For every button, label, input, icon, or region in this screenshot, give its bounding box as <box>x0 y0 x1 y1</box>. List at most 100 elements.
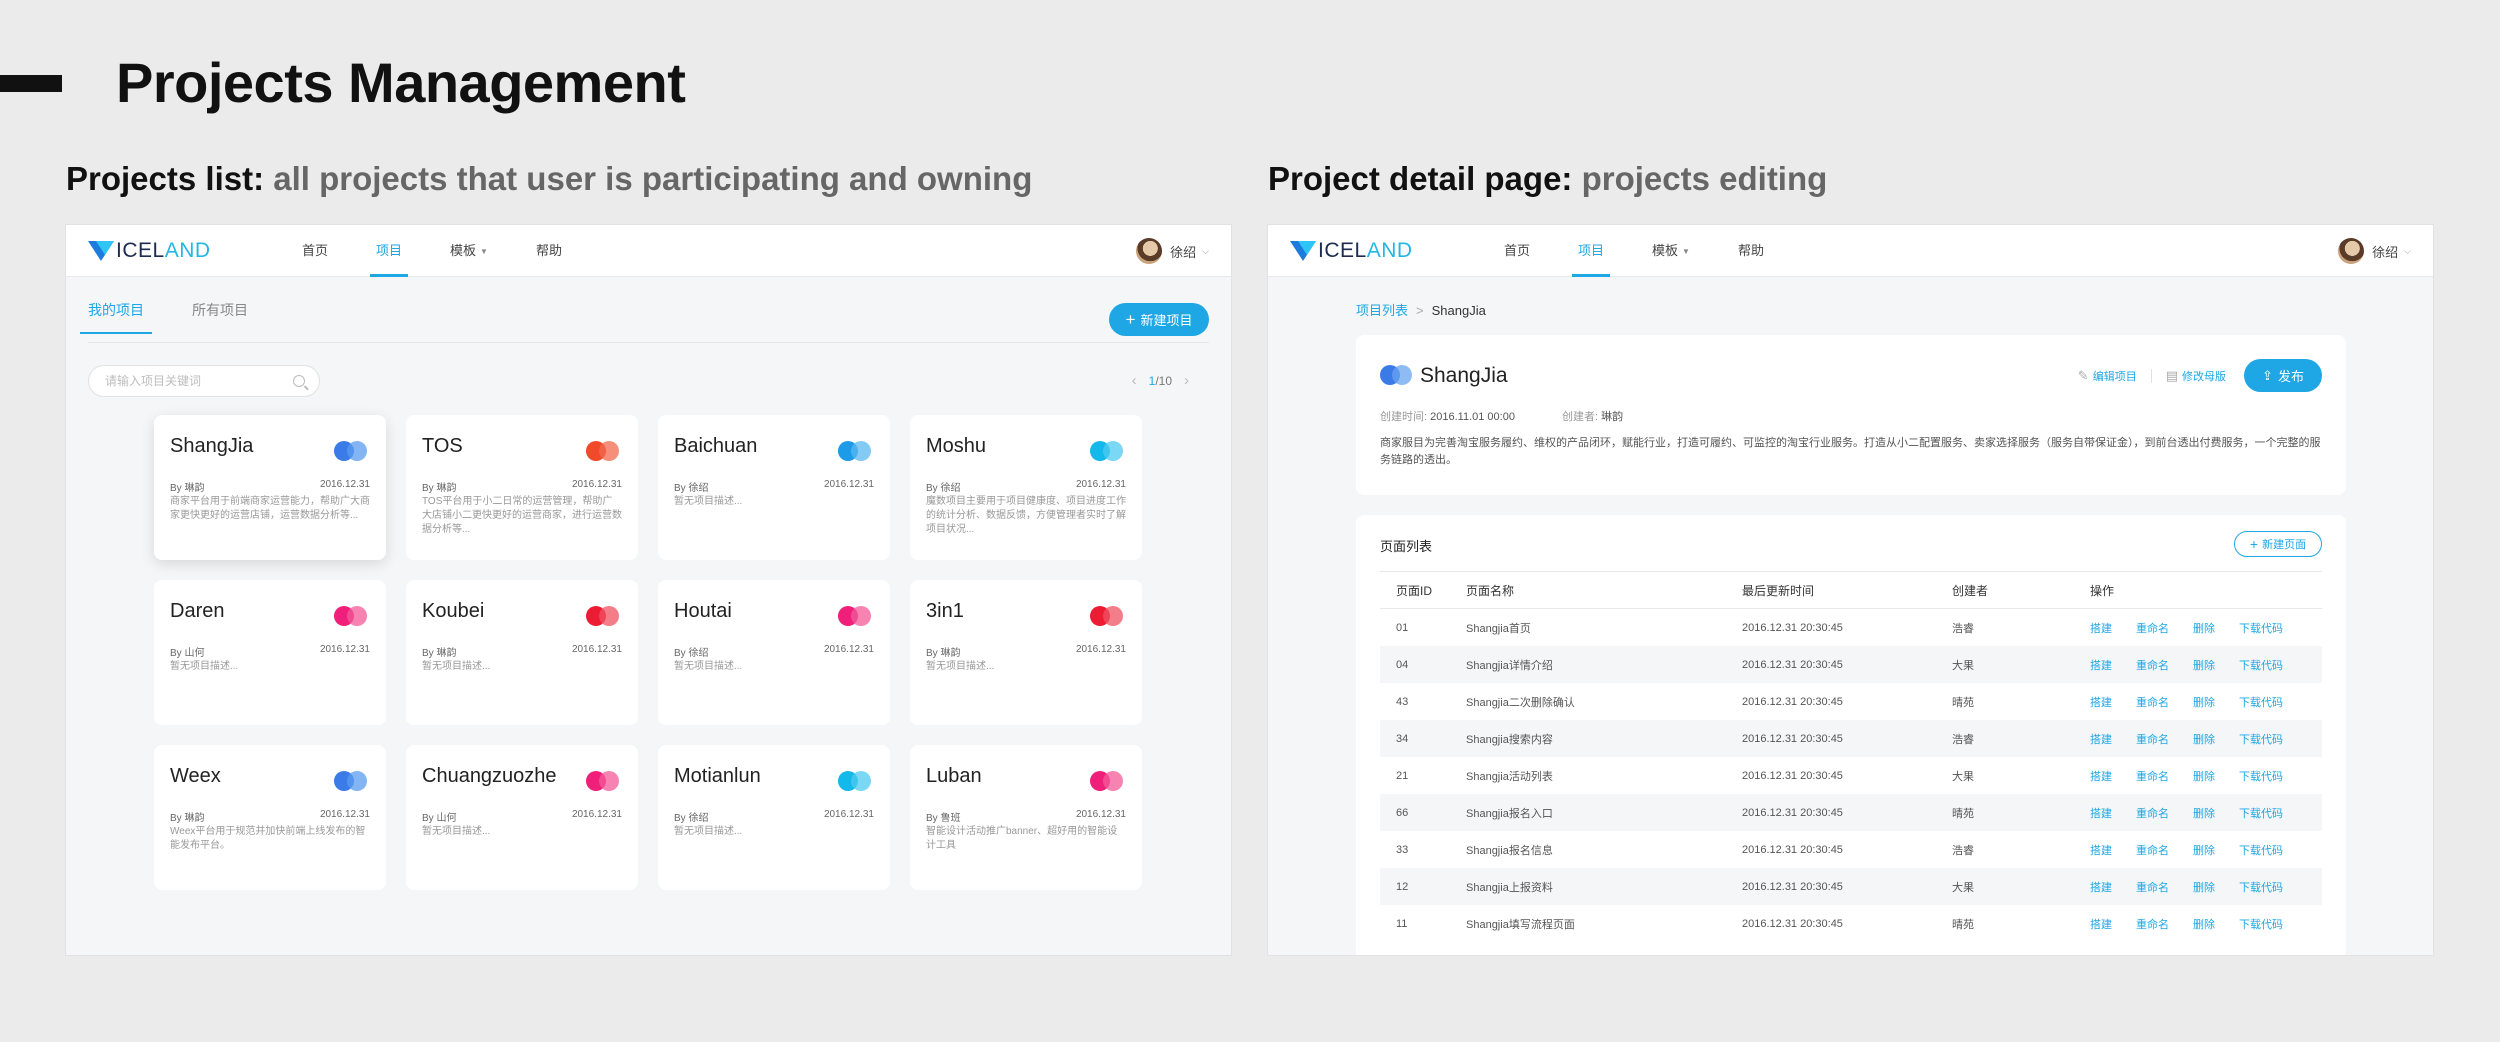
row-action-link[interactable]: 重命名 <box>2136 842 2169 858</box>
chevron-down-icon: ▼ <box>1682 246 1690 256</box>
chevron-left-icon[interactable]: ‹ <box>1132 372 1137 389</box>
row-action-link[interactable]: 重命名 <box>2136 731 2169 747</box>
tab-my-projects[interactable]: 我的项目 <box>80 300 152 334</box>
row-action-link[interactable]: 搭建 <box>2090 842 2112 858</box>
search-icon[interactable] <box>293 375 305 387</box>
row-action-link[interactable]: 删除 <box>2193 916 2215 932</box>
project-card[interactable]: Houtai By 徐绍 2016.12.31 暂无项目描述... <box>658 580 890 725</box>
iceland-logo[interactable]: ICELAND <box>88 239 211 263</box>
project-card-date: 2016.12.31 <box>319 644 370 655</box>
row-action-link[interactable]: 重命名 <box>2136 768 2169 784</box>
row-action-link[interactable]: 搭建 <box>2090 657 2112 673</box>
project-card[interactable]: Daren By 山何 2016.12.31 暂无项目描述... <box>154 580 386 725</box>
cell-name: Shangjia填写流程页面 <box>1466 918 1575 931</box>
nav-templates[interactable]: 模板 ▼ <box>1648 225 1694 277</box>
project-card[interactable]: TOS By 琳韵 2016.12.31 TOS平台用于小二日常的运营管理，帮助广大店… <box>406 415 638 560</box>
pager: ‹ 1 /10 › <box>1120 372 1201 389</box>
row-action-link[interactable]: 重命名 <box>2136 805 2169 821</box>
project-detail-screenshot: ICELAND 首页 项目 模板 ▼ 帮助 徐绍 ⌵ 项目列表 > ShangJia … <box>1268 225 2433 955</box>
cell-time: 2016.12.31 20:30:45 <box>1742 658 1843 671</box>
new-page-button[interactable]: + 新建页面 <box>2234 531 2322 557</box>
row-action-link[interactable]: 搭建 <box>2090 694 2112 710</box>
project-card-date: 2016.12.31 <box>571 809 622 820</box>
row-action-link[interactable]: 下载代码 <box>2239 694 2283 710</box>
user-menu[interactable]: 徐绍 ⌵ <box>1136 238 1209 264</box>
project-grid: ShangJia By 琳韵 2016.12.31 商家平台用于前端商家运营能力，帮助… <box>154 415 1142 890</box>
row-action-link[interactable]: 搭建 <box>2090 731 2112 747</box>
row-action-link[interactable]: 搭建 <box>2090 768 2112 784</box>
iceland-logo[interactable]: ICELAND <box>1290 239 1413 263</box>
row-action-link[interactable]: 搭建 <box>2090 916 2112 932</box>
breadcrumb-projects-link[interactable]: 项目列表 <box>1356 303 1408 318</box>
project-card[interactable]: Luban By 鲁班 2016.12.31 智能设计活动推广banner、超好用的智… <box>910 745 1142 890</box>
edit-project-link[interactable]: ✎ 编辑项目 <box>2078 368 2137 384</box>
nav-help[interactable]: 帮助 <box>532 225 566 277</box>
cell-creator: 晴苑 <box>1952 918 1974 931</box>
nav-projects[interactable]: 项目 <box>370 225 409 277</box>
project-card-date: 2016.12.31 <box>1075 644 1126 655</box>
user-menu[interactable]: 徐绍 ⌵ <box>2338 238 2411 264</box>
row-action-link[interactable]: 下载代码 <box>2239 620 2283 636</box>
row-action-link[interactable]: 下载代码 <box>2239 916 2283 932</box>
project-card[interactable]: ShangJia By 琳韵 2016.12.31 商家平台用于前端商家运营能力，帮助… <box>154 415 386 560</box>
project-color-icon <box>334 441 370 461</box>
project-card[interactable]: Weex By 琳韵 2016.12.31 Weex平台用于规范并加快前端上线发布的智… <box>154 745 386 890</box>
project-card-desc: 暂无项目描述... <box>422 661 491 672</box>
top-nav: ICELAND 首页 项目 模板 ▼ 帮助 徐绍 ⌵ <box>66 225 1231 277</box>
chevron-right-icon[interactable]: › <box>1184 372 1189 389</box>
row-action-link[interactable]: 下载代码 <box>2239 879 2283 895</box>
row-action-link[interactable]: 下载代码 <box>2239 805 2283 821</box>
row-action-link[interactable]: 重命名 <box>2136 657 2169 673</box>
project-card-date: 2016.12.31 <box>1075 479 1126 490</box>
project-card[interactable]: Baichuan By 徐绍 2016.12.31 暂无项目描述... <box>658 415 890 560</box>
row-action-link[interactable]: 删除 <box>2193 620 2215 636</box>
project-card[interactable]: 3in1 By 琳韵 2016.12.31 暂无项目描述... <box>910 580 1142 725</box>
row-action-link[interactable]: 重命名 <box>2136 916 2169 932</box>
row-action-link[interactable]: 搭建 <box>2090 879 2112 895</box>
detail-heading-sub: projects editing <box>1581 160 1828 197</box>
row-action-link[interactable]: 删除 <box>2193 842 2215 858</box>
logo-icon <box>88 241 114 261</box>
project-card-desc: 商家平台用于前端商家运营能力，帮助广大商家更快更好的运营店铺，运营数据分析等..… <box>170 496 370 521</box>
nav-home[interactable]: 首页 <box>298 225 332 277</box>
row-action-link[interactable]: 下载代码 <box>2239 731 2283 747</box>
row-action-link[interactable]: 下载代码 <box>2239 768 2283 784</box>
row-action-link[interactable]: 下载代码 <box>2239 657 2283 673</box>
col-header-creator: 创建者 <box>1952 583 1989 598</box>
nav-projects[interactable]: 项目 <box>1572 225 1611 277</box>
row-action-link[interactable]: 搭建 <box>2090 620 2112 636</box>
publish-button[interactable]: ⇪ 发布 <box>2244 359 2322 392</box>
search-input[interactable] <box>105 366 295 396</box>
cell-actions: 搭建 重命名 删除 下载代码 <box>2090 916 2322 932</box>
project-color-icon <box>1090 441 1126 461</box>
row-action-link[interactable]: 删除 <box>2193 694 2215 710</box>
row-action-link[interactable]: 搭建 <box>2090 805 2112 821</box>
row-action-link[interactable]: 删除 <box>2193 879 2215 895</box>
project-card-owner: By 琳韵 <box>170 483 205 494</box>
new-project-button[interactable]: + 新建项目 <box>1109 303 1209 336</box>
nav-help[interactable]: 帮助 <box>1734 225 1768 277</box>
tab-all-projects[interactable]: 所有项目 <box>192 300 248 334</box>
cell-time: 2016.12.31 20:30:45 <box>1742 732 1843 745</box>
row-action-link[interactable]: 删除 <box>2193 657 2215 673</box>
table-row: 66 Shangjia报名入口 2016.12.31 20:30:45 晴苑 搭建 重命名… <box>1380 794 2322 831</box>
project-card[interactable]: Moshu By 徐绍 2016.12.31 魔数项目主要用于项目健康度、项目进度工作… <box>910 415 1142 560</box>
row-action-link[interactable]: 删除 <box>2193 731 2215 747</box>
project-card[interactable]: Motianlun By 徐绍 2016.12.31 暂无项目描述... <box>658 745 890 890</box>
row-action-link[interactable]: 删除 <box>2193 805 2215 821</box>
nav-home[interactable]: 首页 <box>1500 225 1534 277</box>
table-row: 21 Shangjia活动列表 2016.12.31 20:30:45 大果 搭建 重命名… <box>1380 757 2322 794</box>
row-action-link[interactable]: 下载代码 <box>2239 842 2283 858</box>
nav-templates[interactable]: 模板 ▼ <box>446 225 492 277</box>
project-card[interactable]: Chuangzuozhe By 山何 2016.12.31 暂无项目描述... <box>406 745 638 890</box>
row-action-link[interactable]: 重命名 <box>2136 879 2169 895</box>
row-action-link[interactable]: 重命名 <box>2136 694 2169 710</box>
row-action-link[interactable]: 重命名 <box>2136 620 2169 636</box>
cell-id: 12 <box>1396 880 1409 893</box>
project-info-card: ShangJia ✎ 编辑项目 ▤ 修改母版 ⇪ 发布 创建时间: 2016.11.… <box>1356 335 2346 495</box>
project-card-owner: By 山何 <box>170 648 205 659</box>
cell-actions: 搭建 重命名 删除 下载代码 <box>2090 879 2322 895</box>
project-card[interactable]: Koubei By 琳韵 2016.12.31 暂无项目描述... <box>406 580 638 725</box>
modify-template-link[interactable]: ▤ 修改母版 <box>2166 368 2226 384</box>
row-action-link[interactable]: 删除 <box>2193 768 2215 784</box>
